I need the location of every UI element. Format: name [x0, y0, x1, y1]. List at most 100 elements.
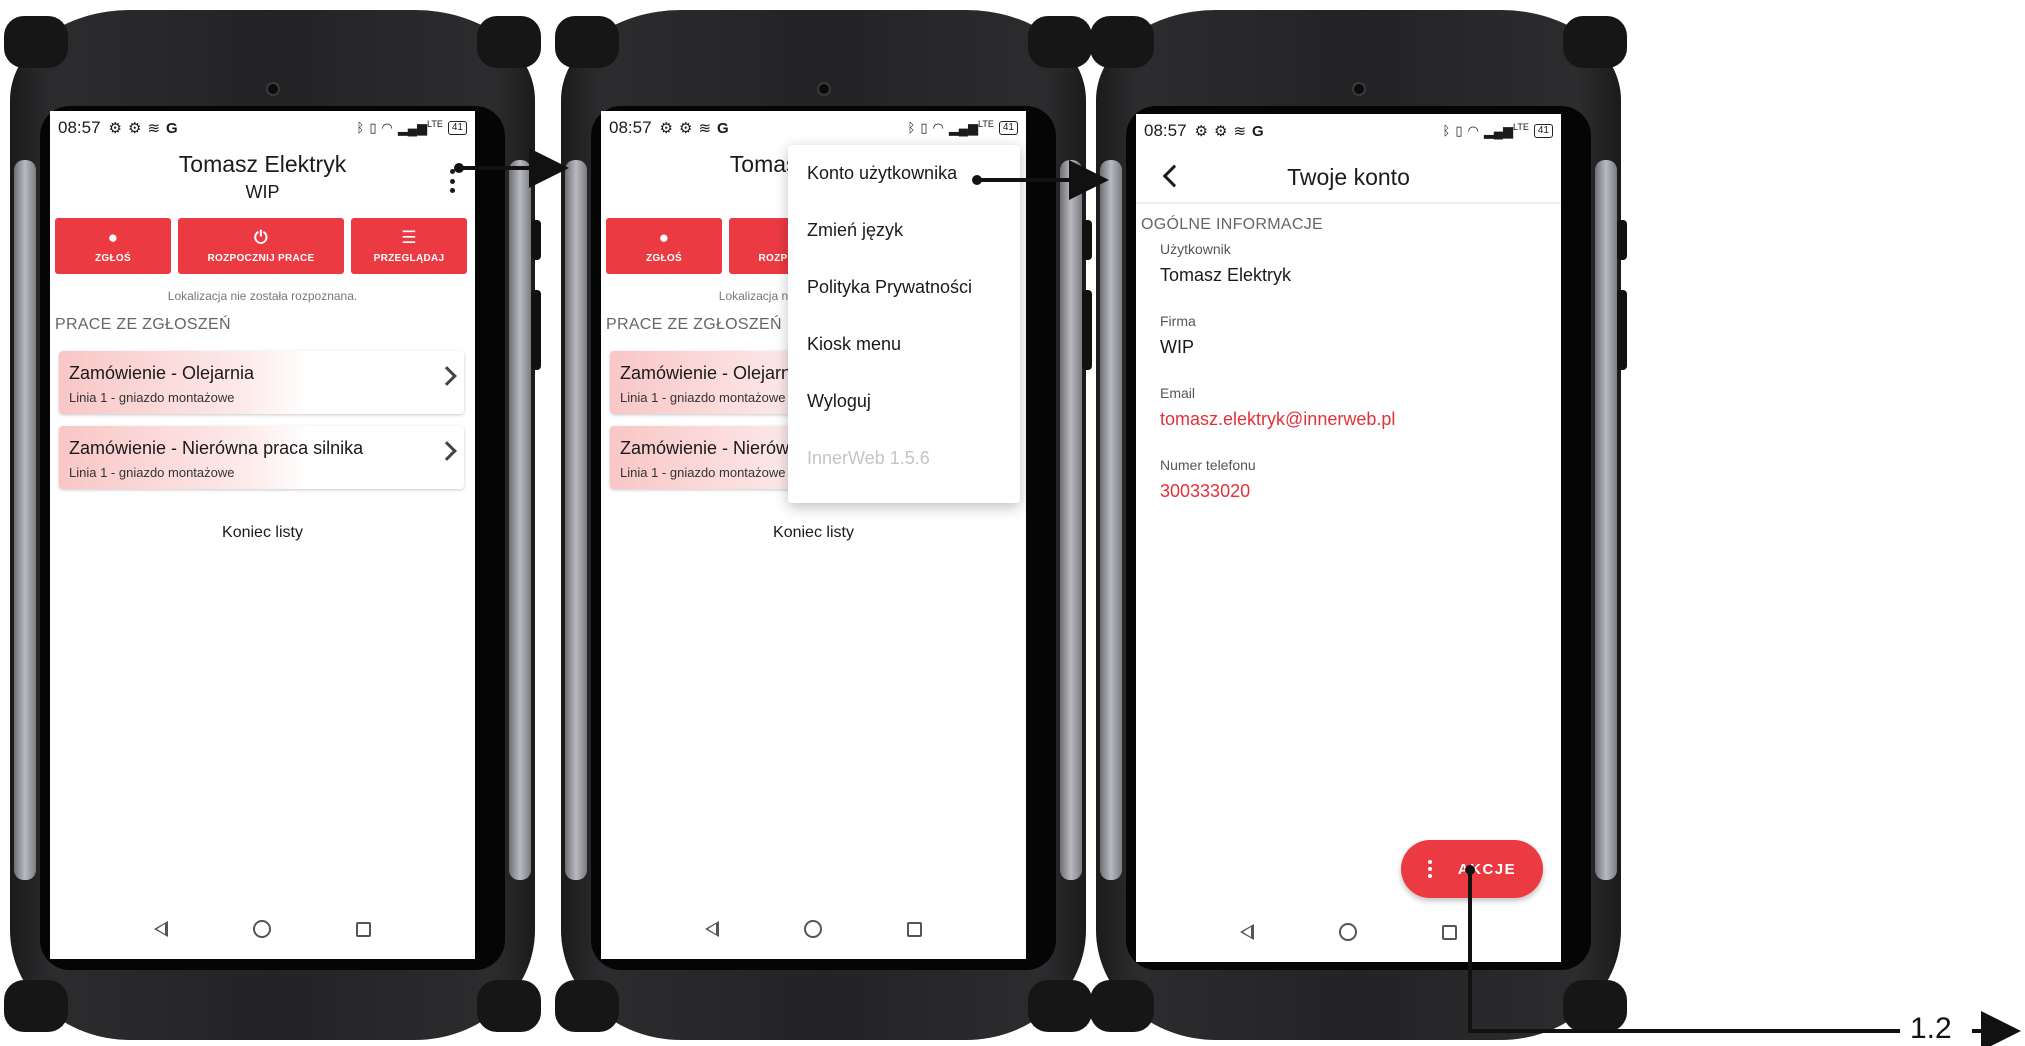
nav-bar [601, 899, 1026, 959]
status-icons-left: ⚙ ⚙ ≋ G [1194, 122, 1264, 141]
status-bar: 08:57 ⚙ ⚙ ≋ G ᛒ ▯ ◠ ▂▄▆LTE 41 [1136, 114, 1561, 148]
alert-circle-icon: ● [658, 227, 670, 247]
phone-corner [1563, 16, 1627, 68]
phone-corner [477, 980, 541, 1032]
nfc-icon: ≋ [698, 120, 712, 137]
phone-corner [1563, 980, 1627, 1032]
phone-side-button [531, 220, 541, 260]
home-icon[interactable] [804, 920, 822, 938]
phone-rail [14, 160, 36, 880]
camera-icon [265, 82, 280, 96]
lte-label: LTE [978, 119, 994, 130]
browse-button[interactable]: ☰ PRZEGLĄDAJ [351, 218, 467, 274]
nav-bar [50, 899, 475, 959]
status-time: 08:57 [609, 118, 652, 137]
section-title: PRACE ZE ZGŁOSZEŃ [606, 316, 782, 333]
signal-icon: ▂▄▆LTE [397, 119, 443, 136]
menu-item-privacy[interactable]: Polityka Prywatności [788, 259, 1020, 316]
status-icons-right: ᛒ ▯ ◠ ▂▄▆LTE 41 [1442, 122, 1553, 139]
list-item-title: Zamówienie - Olejarnia [69, 363, 255, 383]
bluetooth-icon: ᛒ [1442, 123, 1451, 139]
recent-apps-icon[interactable] [356, 921, 371, 937]
battery-icon: 41 [998, 120, 1018, 135]
camera-icon [816, 82, 831, 96]
menu-item-kiosk[interactable]: Kiosk menu [788, 316, 1020, 373]
browse-button-label: PRZEGLĄDAJ [373, 252, 445, 264]
signal-icon: ▂▄▆LTE [1483, 122, 1529, 139]
gear-icon: ⚙ [659, 120, 673, 137]
nfc-icon: ≋ [147, 120, 161, 137]
phone-side-button [1082, 290, 1092, 370]
phone-rail [1100, 160, 1122, 880]
google-icon: G [166, 119, 178, 137]
page-title: Twoje konto [1287, 164, 1410, 190]
field-company: Firma WIP [1160, 313, 1196, 358]
report-button-label: ZGŁOŚ [95, 252, 131, 264]
actions-fab-button[interactable]: AKCJE [1401, 840, 1543, 898]
menu-screen: 08:57 ⚙ ⚙ ≋ G ᛒ ▯ ◠ ▂▄▆LTE 41 Tomasz Ele… [601, 111, 1026, 959]
phone-rail [1060, 160, 1082, 880]
email-link[interactable]: tomasz.elektryk@innerweb.pl [1160, 409, 1395, 430]
report-button[interactable]: ● ZGŁOŚ [606, 218, 722, 274]
phone-rail [565, 160, 587, 880]
vibrate-icon: ▯ [920, 119, 928, 135]
phone-side-button [1617, 290, 1627, 370]
company-name: WIP [245, 182, 280, 202]
battery-icon: 41 [447, 120, 467, 135]
bluetooth-icon: ᛒ [356, 120, 365, 136]
phone-corner [1090, 16, 1154, 68]
next-step-label: 1.2 [1910, 1012, 1952, 1045]
section-title: PRACE ZE ZGŁOSZEŃ [55, 316, 231, 333]
recent-apps-icon[interactable] [907, 921, 922, 937]
app-version: InnerWeb 1.5.6 [807, 448, 930, 468]
battery-icon: 41 [1533, 123, 1553, 138]
field-phone: Numer telefonu 300333020 [1160, 457, 1256, 502]
list-item[interactable]: Zamówienie - Nierówna praca silnika Lini… [59, 426, 464, 489]
list-item[interactable]: Zamówienie - Olejarnia Linia 1 - gniazdo… [59, 351, 464, 414]
phone-corner [1090, 980, 1154, 1032]
phone-corner [555, 16, 619, 68]
vibrate-icon: ▯ [369, 119, 377, 135]
back-icon[interactable] [705, 921, 719, 937]
field-label: Firma [1160, 313, 1196, 329]
google-icon: G [1252, 122, 1264, 140]
list-end: Koniec listy [222, 524, 303, 541]
menu-item-account[interactable]: Konto użytkownika [788, 145, 1020, 202]
gear-icon: ⚙ [679, 120, 693, 137]
alert-circle-icon: ● [107, 227, 119, 247]
signal-icon: ▂▄▆LTE [948, 119, 994, 136]
list-item-title: Zamówienie - Olejarnia [620, 363, 806, 383]
list-item-title: Zamówienie - Nierówna praca silnika [69, 438, 364, 458]
home-screen: 08:57 ⚙ ⚙ ≋ G ᛒ ▯ ◠ ▂▄▆LTE 41 Tomasz Ele… [50, 111, 475, 959]
back-icon[interactable] [1240, 924, 1254, 940]
field-label: Użytkownik [1160, 241, 1231, 257]
nav-bar [1136, 902, 1561, 962]
back-icon[interactable] [154, 921, 168, 937]
gear-icon: ⚙ [1194, 123, 1208, 140]
app-bar: Twoje konto [1136, 148, 1561, 204]
home-icon[interactable] [253, 920, 271, 938]
more-menu-icon[interactable] [447, 169, 457, 193]
actions-fab-label: AKCJE [1457, 860, 1517, 878]
phone-corner [1028, 980, 1092, 1032]
wifi-icon: ◠ [381, 119, 393, 135]
list-item-subtitle: Linia 1 - gniazdo montażowe [620, 465, 786, 480]
section-title: OGÓLNE INFORMACJE [1141, 216, 1324, 233]
report-button[interactable]: ● ZGŁOŚ [55, 218, 171, 274]
menu-item-logout[interactable]: Wyloguj [788, 373, 1020, 430]
bluetooth-icon: ᛒ [907, 120, 916, 136]
nfc-icon: ≋ [1233, 123, 1247, 140]
menu-item-language[interactable]: Zmień język [788, 202, 1020, 259]
location-note: Lokalizacja nie została rozpoznana. [167, 289, 358, 303]
list-item-subtitle: Linia 1 - gniazdo montażowe [620, 390, 786, 405]
list-item-subtitle: Linia 1 - gniazdo montażowe [69, 465, 235, 480]
recent-apps-icon[interactable] [1442, 924, 1457, 940]
phone-link[interactable]: 300333020 [1160, 481, 1256, 502]
phone-side-button [531, 290, 541, 370]
wifi-icon: ◠ [1467, 122, 1479, 138]
chevron-right-icon [437, 366, 457, 386]
gear-icon: ⚙ [1214, 123, 1228, 140]
home-icon[interactable] [1339, 923, 1357, 941]
start-work-button[interactable]: ⏻ ROZPOCZNIJ PRACE [178, 218, 344, 274]
field-value: WIP [1160, 337, 1194, 357]
